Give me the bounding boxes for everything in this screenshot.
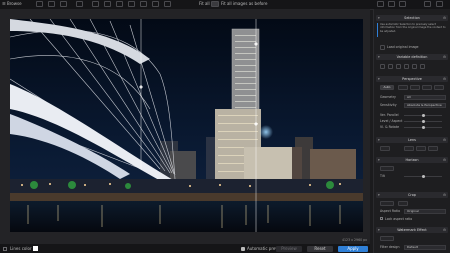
undo-icon[interactable]	[36, 1, 43, 7]
redo-icon[interactable]	[48, 1, 55, 7]
line-color-swatch[interactable]	[33, 246, 38, 251]
apply-button[interactable]: Apply	[338, 245, 368, 252]
lens-pincushion-button[interactable]	[416, 146, 426, 151]
gear-icon[interactable]: ⚙	[443, 137, 446, 143]
slider-label: Ver. Parallel	[380, 113, 399, 117]
lens-barrel-button[interactable]	[404, 146, 414, 151]
settings-icon[interactable]	[436, 1, 443, 7]
section-title: Perspective	[402, 77, 422, 81]
auto-preview-checkbox[interactable]	[241, 246, 245, 251]
lines-color-label: Lines color	[10, 245, 32, 251]
section-watermark-header[interactable]: ▾ Watermark Effect ⚙	[376, 227, 448, 233]
load-original-link[interactable]: Load original image	[387, 45, 419, 49]
watermark-add-button[interactable]	[380, 236, 394, 241]
section-horizon-header[interactable]: ▾ Horizon ⚙	[376, 157, 448, 163]
photo-canvas[interactable]	[10, 19, 363, 232]
image-dimensions: 4123 x 2960 px	[342, 238, 368, 242]
gear-icon[interactable]: ⚙	[443, 54, 446, 60]
perspective-guides-button[interactable]	[434, 85, 444, 90]
horizon-auto-button[interactable]	[380, 166, 394, 171]
section-title: Selection	[404, 16, 420, 20]
section-title: Lens	[408, 138, 416, 142]
crop-icon[interactable]	[128, 1, 135, 7]
slider-label: Level / Aspect	[380, 119, 403, 123]
loupe-icon[interactable]	[152, 1, 159, 7]
grid-icon[interactable]	[116, 1, 123, 7]
perspective-full-button[interactable]	[422, 85, 432, 90]
tilt-label: Tilt	[380, 174, 385, 178]
section-crop-header[interactable]: ▾ Crop ⚙	[376, 192, 448, 198]
adjustments-panel: ▾ Selection ⚙ Use automatic Selection to…	[373, 9, 450, 253]
sensitivity-dropdown[interactable]: Absolute & Perspective	[404, 103, 446, 108]
crop-rotate-button[interactable]	[398, 201, 408, 206]
hand-icon[interactable]	[164, 1, 171, 7]
sensitivity-label: Sensitivity	[380, 103, 397, 107]
gradient-icon[interactable]	[396, 64, 401, 69]
lock-aspect-label: Lock aspect ratio	[385, 216, 413, 221]
panel-split-icon[interactable]	[388, 1, 395, 7]
slider-label: Vl. & Rotate	[380, 125, 400, 129]
perspective-vertical-button[interactable]	[398, 85, 408, 90]
lines-toggle-icon[interactable]	[3, 246, 7, 251]
gear-icon[interactable]: ⚙	[443, 157, 446, 163]
perspective-horizontal-button[interactable]	[410, 85, 420, 90]
image-icon[interactable]	[380, 45, 385, 50]
section-selection-header[interactable]: ▾ Selection ⚙	[376, 15, 448, 21]
reset-button[interactable]: Reset	[307, 245, 333, 252]
gear-icon[interactable]: ⚙	[443, 15, 446, 21]
gear-icon[interactable]: ⚙	[443, 192, 446, 198]
compare-mode-label[interactable]: Fit all images as before	[221, 1, 267, 7]
night-city-photo	[10, 19, 363, 232]
aspect-ratio-label: Aspect Ratio	[380, 209, 401, 213]
rotate-icon[interactable]	[104, 1, 111, 7]
slider-knob[interactable]	[422, 114, 425, 117]
clear-icon[interactable]	[420, 64, 425, 69]
slider-knob[interactable]	[422, 120, 425, 123]
method-label: Geometry	[380, 95, 396, 99]
radial-icon[interactable]	[404, 64, 409, 69]
panel-layout-icon[interactable]	[377, 1, 384, 7]
section-title: Crop	[408, 193, 416, 197]
lock-aspect-checkbox[interactable]	[380, 217, 383, 220]
slider-knob[interactable]	[422, 175, 425, 178]
bottom-bar: Lines color 4123 x 2960 px Automatic pre…	[0, 238, 370, 253]
eraser-icon[interactable]	[388, 64, 393, 69]
selection-help-text: Use automatic Selection to precisely sel…	[380, 23, 446, 33]
zoom-fit-button[interactable]	[211, 1, 219, 7]
filter-design-label: Filter design	[380, 245, 400, 249]
browse-button[interactable]: Browse	[7, 1, 22, 7]
flip-icon[interactable]	[92, 1, 99, 7]
guides-icon[interactable]	[140, 1, 147, 7]
section-perspective-header[interactable]: ▾ Perspective ⚙	[376, 76, 448, 82]
lens-auto-button[interactable]	[380, 146, 390, 151]
help-icon[interactable]	[424, 1, 431, 7]
panel-full-icon[interactable]	[399, 1, 406, 7]
menu-icon[interactable]: ☰	[2, 1, 6, 7]
section-title: Horizon	[405, 158, 419, 162]
crop-auto-button[interactable]	[380, 201, 394, 206]
aspect-ratio-dropdown[interactable]: Original	[404, 209, 446, 214]
filter-design-dropdown[interactable]: Default	[404, 245, 446, 250]
section-title: Watermark Effect	[397, 228, 427, 232]
section-lens-header[interactable]: ▾ Lens ⚙	[376, 137, 448, 143]
compare-icon[interactable]	[76, 1, 83, 7]
perspective-auto-button[interactable]: Auto	[380, 85, 394, 90]
slider-knob[interactable]	[422, 126, 425, 129]
invert-icon[interactable]	[412, 64, 417, 69]
gear-icon[interactable]: ⚙	[443, 227, 446, 233]
selection-accent-bar	[377, 23, 378, 37]
lens-vignette-button[interactable]	[428, 146, 438, 151]
brush-icon[interactable]	[380, 64, 385, 69]
preview-button[interactable]: Preview	[276, 245, 302, 252]
section-mask-header[interactable]: ▾ Variable definition ⚙	[376, 54, 448, 60]
section-title: Variable definition	[396, 55, 428, 59]
gear-icon[interactable]: ⚙	[443, 76, 446, 82]
history-icon[interactable]	[60, 1, 67, 7]
fit-all-label[interactable]: Fit all	[199, 1, 210, 7]
method-dropdown[interactable]: All	[404, 95, 446, 100]
